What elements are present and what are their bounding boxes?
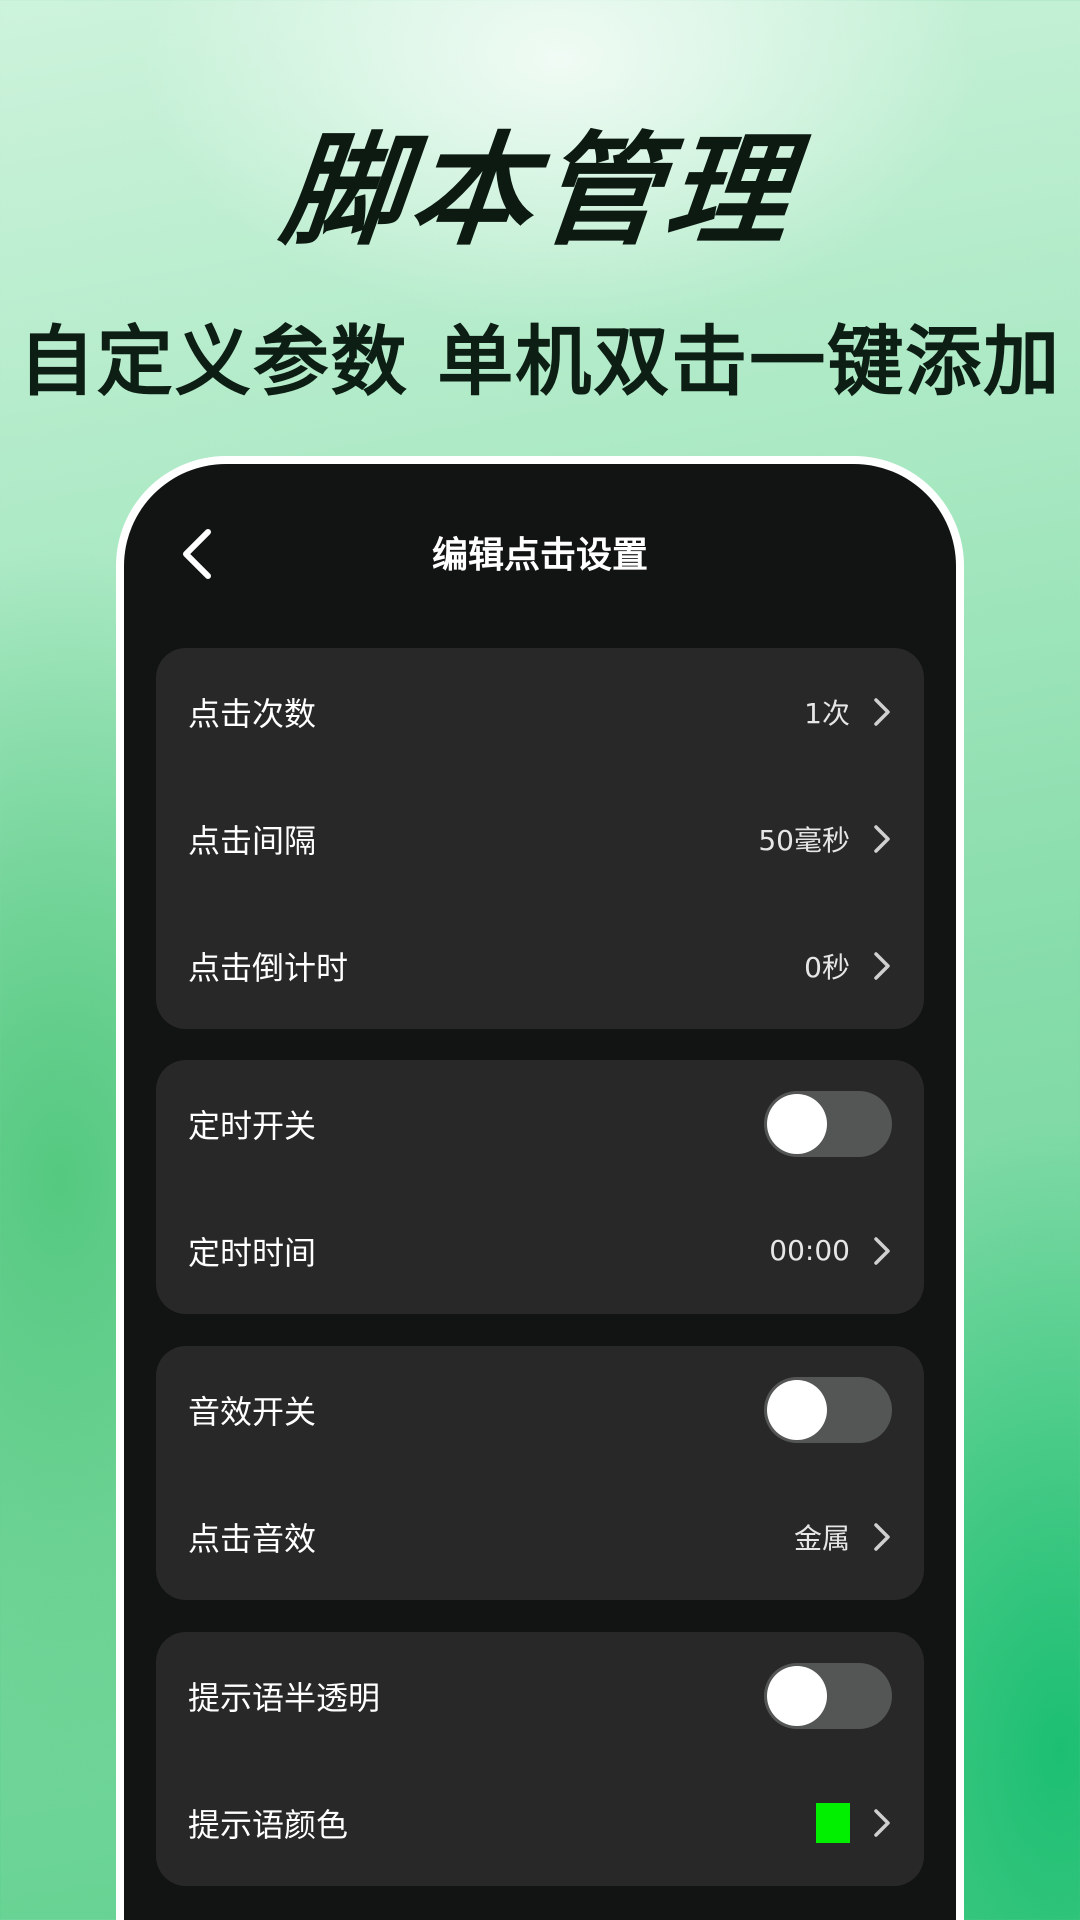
tip-translucent-label: 提示语半透明	[188, 1678, 381, 1717]
color-swatch	[816, 1802, 850, 1843]
tip-color-label: 提示语颜色	[188, 1805, 349, 1844]
chevron-right-icon	[874, 1808, 890, 1837]
tip-translucent-toggle[interactable]	[764, 1662, 892, 1729]
timer-time-value: 00:00	[769, 1234, 850, 1267]
chevron-right-icon	[874, 824, 890, 853]
tip-color-row[interactable]: 提示语颜色	[156, 1759, 924, 1886]
nav-bar: 编辑点击设置	[124, 464, 956, 634]
click-sound-label: 点击音效	[188, 1519, 317, 1558]
chevron-right-icon	[874, 1236, 890, 1265]
click-sound-value: 金属	[793, 1521, 850, 1555]
click-count-value: 1次	[804, 696, 850, 730]
chevron-right-icon	[874, 951, 890, 980]
chevron-right-icon	[874, 697, 890, 726]
click-sound-row[interactable]: 点击音效 金属	[156, 1473, 924, 1600]
click-interval-row[interactable]: 点击间隔 50毫秒	[156, 775, 924, 902]
timer-switch-label: 定时开关	[188, 1106, 317, 1145]
settings-card-click: 点击次数 1次 点击间隔 50毫秒 点击倒计时 0秒	[156, 648, 924, 1029]
tip-translucent-row: 提示语半透明	[156, 1632, 924, 1759]
page-title: 编辑点击设置	[431, 535, 648, 576]
toggle-knob	[767, 1665, 827, 1726]
click-interval-label: 点击间隔	[188, 821, 317, 860]
click-countdown-row[interactable]: 点击倒计时 0秒	[156, 902, 924, 1029]
timer-time-row[interactable]: 定时时间 00:00	[156, 1187, 924, 1314]
chevron-right-icon	[874, 1522, 890, 1551]
sound-switch-row: 音效开关	[156, 1346, 924, 1473]
hero-subtitle: 自定义参数 单机双击一键添加	[18, 317, 1062, 406]
phone-screen: 编辑点击设置 点击次数 1次 点击间隔 50毫秒 点击倒计时 0秒 定时开关 定…	[124, 464, 956, 1920]
settings-card-tip: 提示语半透明 提示语颜色	[156, 1632, 924, 1886]
click-count-row[interactable]: 点击次数 1次	[156, 648, 924, 775]
timer-switch-row: 定时开关	[156, 1060, 924, 1187]
click-countdown-label: 点击倒计时	[188, 948, 349, 987]
click-interval-value: 50毫秒	[758, 823, 850, 857]
settings-card-timer: 定时开关 定时时间 00:00	[156, 1060, 924, 1314]
timer-time-label: 定时时间	[188, 1233, 317, 1272]
sound-switch-label: 音效开关	[188, 1392, 317, 1431]
hero-title: 脚本管理	[275, 120, 803, 262]
sound-toggle[interactable]	[764, 1376, 892, 1443]
settings-card-sound: 音效开关 点击音效 金属	[156, 1346, 924, 1600]
toggle-knob	[767, 1379, 827, 1440]
toggle-knob	[767, 1093, 827, 1154]
click-countdown-value: 0秒	[804, 950, 850, 984]
click-count-label: 点击次数	[188, 694, 317, 733]
timer-toggle[interactable]	[764, 1090, 892, 1157]
